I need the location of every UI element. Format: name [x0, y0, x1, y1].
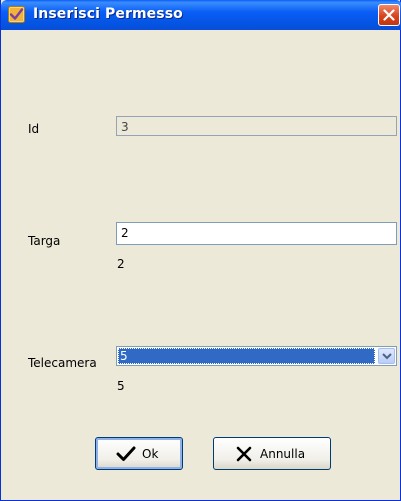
- annulla-button-label: Annulla: [260, 447, 306, 461]
- window-title: Inserisci Permesso: [33, 6, 183, 22]
- dropdown-button[interactable]: [378, 348, 395, 364]
- app-icon: [8, 6, 25, 23]
- telecamera-echo-text: 5: [117, 379, 125, 393]
- targa-echo-text: 2: [117, 257, 125, 271]
- chevron-down-icon: [382, 353, 392, 360]
- x-icon: [236, 446, 252, 462]
- ok-button-label: Ok: [142, 447, 159, 461]
- targa-input[interactable]: 2: [116, 222, 397, 245]
- telecamera-label: Telecamera: [28, 356, 97, 370]
- targa-label: Targa: [28, 234, 61, 248]
- dialog-window: Inserisci Permesso Id 3 Targa 2 2 Teleca…: [0, 0, 401, 501]
- title-bar[interactable]: Inserisci Permesso: [1, 0, 401, 30]
- ok-button[interactable]: Ok: [95, 437, 183, 470]
- close-icon: [383, 9, 395, 21]
- telecamera-selected-value: 5: [118, 348, 375, 364]
- annulla-button[interactable]: Annulla: [213, 437, 331, 470]
- close-button[interactable]: [378, 4, 400, 26]
- id-field: 3: [116, 116, 397, 136]
- telecamera-select[interactable]: 5: [116, 346, 397, 366]
- id-label: Id: [28, 122, 40, 136]
- checkmark-icon: [116, 446, 136, 461]
